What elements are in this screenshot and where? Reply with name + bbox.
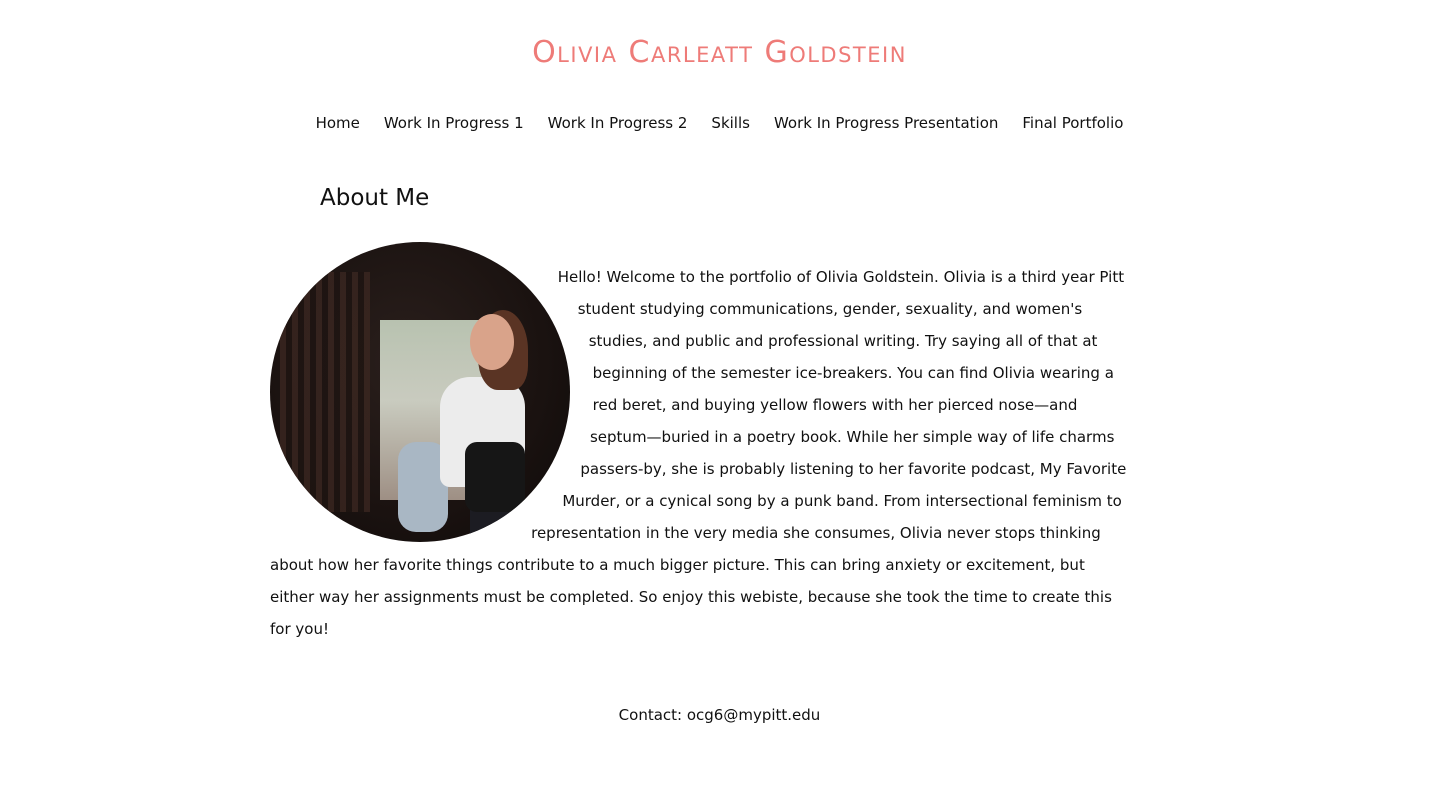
about-section: Hello! Welcome to the portfolio of Olivi… bbox=[270, 242, 1130, 645]
nav-item-final-portfolio[interactable]: Final Portfolio bbox=[1022, 112, 1123, 134]
nav-item-home[interactable]: Home bbox=[316, 112, 360, 134]
photo-backpack bbox=[465, 442, 525, 512]
profile-photo bbox=[270, 242, 570, 542]
site-title[interactable]: Olivia Carleatt Goldstein bbox=[0, 36, 1439, 70]
nav-item-skills[interactable]: Skills bbox=[711, 112, 750, 134]
nav-item-work-in-progress-presentation[interactable]: Work In Progress Presentation bbox=[774, 112, 998, 134]
page-title: About Me bbox=[320, 185, 430, 211]
photo-face bbox=[470, 314, 514, 370]
main-nav: Home Work In Progress 1 Work In Progress… bbox=[0, 112, 1439, 134]
photo-brick-wall bbox=[280, 272, 370, 512]
contact-info: Contact: ocg6@mypitt.edu bbox=[618, 706, 821, 724]
nav-item-work-in-progress-2[interactable]: Work In Progress 2 bbox=[548, 112, 688, 134]
nav-item-work-in-progress-1[interactable]: Work In Progress 1 bbox=[384, 112, 524, 134]
